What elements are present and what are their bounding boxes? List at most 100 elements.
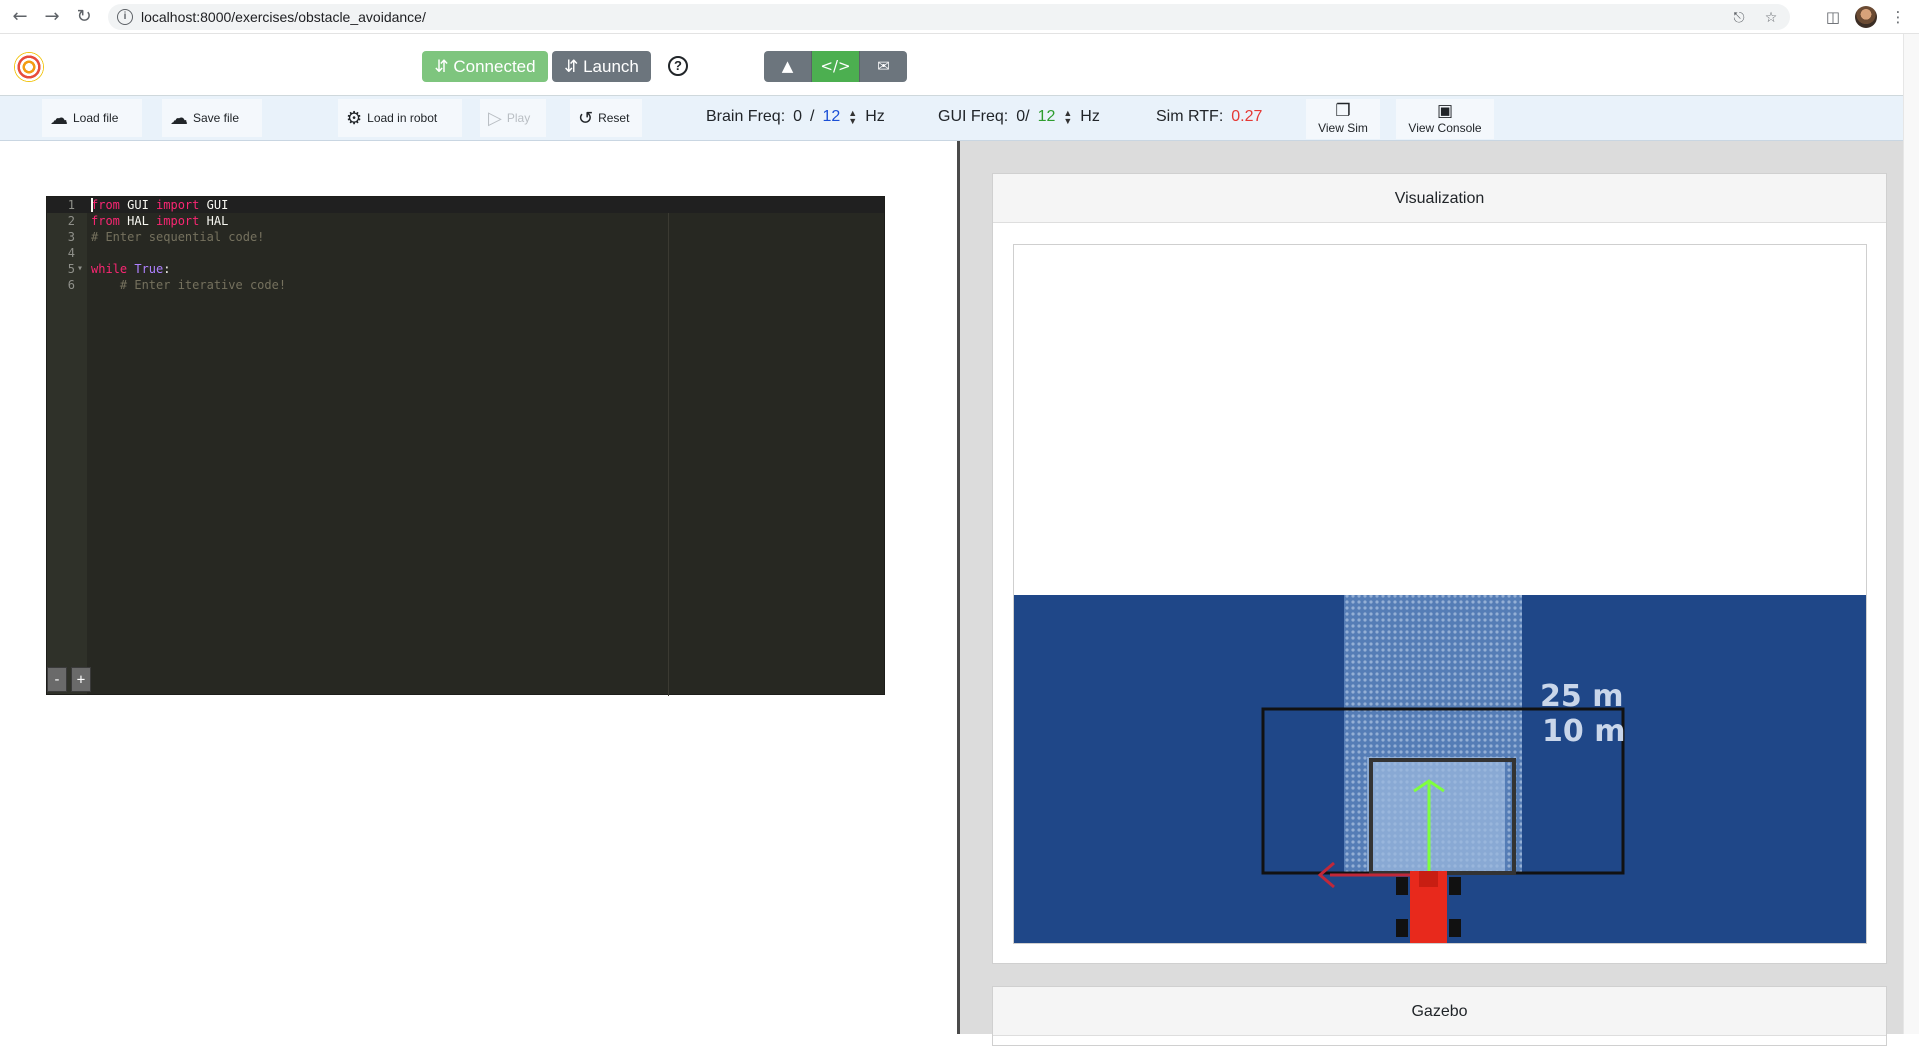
fold-arrow-icon[interactable]: ▾: [77, 261, 83, 277]
code-token: # Enter iterative code!: [119, 278, 287, 292]
address-bar[interactable]: i localhost:8000/exercises/obstacle_avoi…: [108, 4, 1790, 30]
visualization-card: Visualization 25 m 10 m: [992, 173, 1887, 964]
inner-laser-box: [1367, 757, 1505, 873]
app-header: ⇵ Connected ⇵ Launch ? ▲ </> ✉: [0, 34, 1903, 96]
visualization-title: Visualization: [993, 174, 1886, 223]
code-line[interactable]: 5 ▾ while True:: [47, 261, 884, 277]
profile-avatar[interactable]: [1855, 6, 1877, 28]
visualization-canvas: 25 m 10 m: [1013, 244, 1867, 944]
range-label-far: 25 m: [1540, 679, 1623, 714]
code-text[interactable]: from HAL import HAL: [91, 213, 228, 229]
view-console-label: View Console: [1408, 121, 1482, 135]
share-icon[interactable]: ⎋: [1730, 9, 1748, 27]
play-button[interactable]: ▷ Play: [480, 99, 546, 137]
save-file-button[interactable]: ☁ Save file: [162, 99, 262, 137]
reset-button[interactable]: ↺ Reset: [570, 99, 642, 137]
code-icon: </>: [820, 57, 851, 75]
brain-freq-label: Brain Freq:: [706, 108, 786, 125]
gazebo-card: Gazebo: [992, 986, 1887, 1046]
line-number: 6: [67, 278, 75, 292]
reset-icon: ↺: [578, 107, 594, 129]
graduation-cap-icon: ▲: [781, 57, 794, 75]
line-number: 4: [67, 246, 75, 260]
back-icon[interactable]: ←: [9, 6, 31, 28]
brain-freq-stepper[interactable]: ▲ ▼: [848, 109, 857, 126]
code-token: GUI: [199, 198, 229, 212]
code-line[interactable]: 1 from GUI import GUI: [47, 197, 884, 213]
url-text[interactable]: localhost:8000/exercises/obstacle_avoida…: [141, 9, 426, 25]
line-number: 1: [67, 198, 75, 212]
code-line[interactable]: 2 from HAL import HAL: [47, 213, 884, 229]
car-front: [1419, 871, 1438, 887]
car-wheel: [1396, 919, 1408, 937]
car-wheel: [1449, 877, 1461, 895]
site-info-icon[interactable]: i: [117, 9, 133, 25]
launch-button[interactable]: ⇵ Launch: [552, 51, 651, 82]
browser-menu-icon[interactable]: ⋮: [1888, 7, 1908, 27]
browser-toolbar: ← → ↻ i localhost:8000/exercises/obstacl…: [0, 0, 1919, 34]
chat-icon: ✉: [877, 57, 890, 75]
bookmark-star-icon[interactable]: ☆: [1762, 9, 1780, 27]
gui-freq-stepper[interactable]: ▲ ▼: [1063, 109, 1072, 126]
code-line[interactable]: 6 # Enter iterative code!: [47, 277, 884, 293]
range-label-near: 10 m: [1542, 714, 1625, 749]
view-sim-button[interactable]: ❐ View Sim: [1306, 99, 1380, 139]
play-label: Play: [506, 111, 531, 125]
brain-freq-value: 0: [793, 108, 803, 125]
view-mode-group: ▲ </> ✉: [764, 51, 907, 82]
gui-freq-label: GUI Freq:: [938, 108, 1009, 125]
terminal-icon: ▣: [1436, 101, 1454, 121]
code-token: import: [156, 214, 200, 228]
load-in-robot-label: Load in robot: [367, 111, 438, 125]
text-cursor: [91, 198, 93, 212]
code-text[interactable]: # Enter iterative code!: [91, 277, 286, 293]
load-file-button[interactable]: ☁ Load file: [42, 99, 142, 137]
app-logo[interactable]: [14, 52, 44, 82]
side-panel-icon[interactable]: ◫: [1823, 7, 1843, 27]
sim-rtf: Sim RTF: 0.27: [1156, 108, 1262, 126]
theory-mode-button[interactable]: ▲: [764, 51, 812, 82]
play-icon: ▷: [488, 107, 502, 129]
sim-rtf-label: Sim RTF:: [1156, 108, 1224, 125]
cube-icon: ❐: [1335, 101, 1351, 121]
zoom-out-button[interactable]: -: [47, 667, 67, 692]
code-token: HAL: [119, 214, 157, 228]
gazebo-title: Gazebo: [993, 987, 1886, 1036]
gui-freq-value: 0/: [1016, 108, 1030, 125]
page-scrollbar[interactable]: [1903, 34, 1919, 1034]
brain-frequency: Brain Freq: 0 / 12 ▲ ▼ Hz: [706, 108, 885, 126]
reload-icon[interactable]: ↻: [73, 6, 95, 28]
code-token: HAL: [199, 214, 229, 228]
code-text[interactable]: # Enter sequential code!: [91, 229, 264, 245]
brain-freq-target-input[interactable]: 12: [823, 108, 841, 126]
car-wheel: [1396, 877, 1408, 895]
car-wheel: [1449, 919, 1461, 937]
code-text[interactable]: from GUI import GUI: [91, 197, 228, 213]
code-token: while: [91, 262, 128, 276]
forward-icon[interactable]: →: [41, 6, 63, 28]
line-number: 3: [67, 230, 75, 244]
robot-icon: ⚙: [346, 107, 363, 129]
brain-freq-separator: /: [810, 108, 815, 125]
save-file-label: Save file: [193, 111, 240, 125]
forum-mode-button[interactable]: ✉: [860, 51, 907, 82]
sim-rtf-value: 0.27: [1231, 108, 1263, 125]
code-token: GUI: [119, 198, 157, 212]
code-mode-button[interactable]: </>: [812, 51, 860, 82]
code-text[interactable]: while True:: [91, 261, 171, 277]
code-line[interactable]: 3 # Enter sequential code!: [47, 229, 884, 245]
load-in-robot-button[interactable]: ⚙ Load in robot: [338, 99, 462, 137]
code-token: from: [91, 198, 120, 212]
brain-freq-unit: Hz: [865, 108, 885, 125]
code-line[interactable]: 4: [47, 245, 884, 261]
code-token: True: [134, 262, 164, 276]
help-icon[interactable]: ?: [668, 56, 688, 76]
reset-label: Reset: [598, 111, 630, 125]
gui-freq-target-input[interactable]: 12: [1038, 108, 1056, 126]
zoom-in-button[interactable]: +: [71, 667, 91, 692]
view-console-button[interactable]: ▣ View Console: [1396, 99, 1494, 139]
code-editor[interactable]: 1 from GUI import GUI 2 from HAL import HAL…: [46, 196, 885, 696]
load-file-label: Load file: [73, 111, 119, 125]
cloud-upload-icon: ☁: [50, 107, 68, 129]
connected-button[interactable]: ⇵ Connected: [422, 51, 548, 82]
